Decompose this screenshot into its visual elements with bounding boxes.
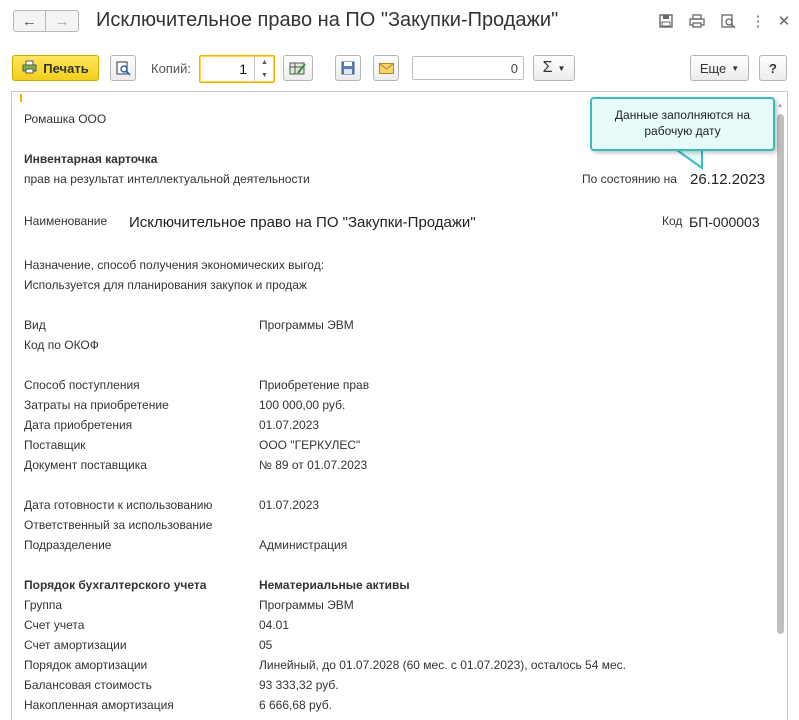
edit-document-button[interactable] [283, 55, 313, 81]
copies-label: Копий: [151, 61, 191, 76]
row-label: Способ поступления [24, 378, 140, 392]
scroll-thumb[interactable] [777, 114, 784, 634]
close-icon[interactable]: ✕ [775, 12, 793, 30]
chevron-down-icon: ▼ [731, 63, 740, 73]
sum-mode-button[interactable]: Σ ▼ [533, 55, 575, 81]
purpose-label: Назначение, способ получения экономическ… [24, 258, 325, 272]
more-button-label: Еще [699, 60, 727, 76]
vertical-scrollbar[interactable]: ▲ [776, 102, 784, 714]
row-label: Порядок бухгалтерского учета [24, 578, 207, 592]
back-button[interactable]: ← [13, 10, 46, 32]
preview-icon [115, 60, 131, 76]
row-label: Документ поставщика [24, 458, 147, 472]
spin-up-icon[interactable]: ▲ [255, 56, 274, 69]
hint-callout: Данные заполняются на рабочую дату [590, 97, 775, 151]
code-value: БП-000003 [689, 214, 760, 230]
row-label: Балансовая стоимость [24, 678, 152, 692]
callout-pointer [672, 148, 703, 170]
copies-input[interactable]: 1 ▲ ▼ [199, 55, 275, 83]
edit-table-icon [289, 62, 306, 74]
callout-line-1: Данные заполняются на [614, 108, 751, 122]
row-label: Счет амортизации [24, 638, 127, 652]
arrow-left-icon: ← [22, 12, 37, 30]
row-value: ООО "ГЕРКУЛЕС" [259, 438, 361, 452]
sigma-icon: Σ [542, 59, 553, 76]
row-value: 93 333,32 руб. [259, 678, 339, 692]
row-value: 04.01 [259, 618, 290, 632]
row-value: 01.07.2023 [259, 418, 320, 432]
row-value: Программы ЭВМ [259, 318, 354, 332]
row-label: Накопленная амортизация [24, 698, 174, 712]
chevron-down-icon: ▼ [557, 63, 566, 73]
title-bar: ← → Исключительное право на ПО "Закупки-… [0, 0, 799, 44]
row-value: 100 000,00 руб. [259, 398, 346, 412]
row-label: Счет учета [24, 618, 85, 632]
row-value: Линейный, до 01.07.2028 (60 мес. с 01.07… [259, 658, 626, 672]
print-button-label: Печать [43, 60, 89, 76]
save-icon [341, 61, 355, 75]
row-label: Дата готовности к использованию [24, 498, 213, 512]
forward-button[interactable]: → [46, 10, 79, 32]
preview-icon[interactable] [719, 12, 737, 30]
scroll-up-icon[interactable]: ▲ [776, 102, 784, 110]
toolbar: Печать Копий: 1 ▲ ▼ 0 Σ ▼ Еще ▼ ? [0, 52, 799, 86]
print-button[interactable]: Печать [12, 55, 99, 81]
cell-cursor [12, 92, 22, 102]
row-label: Группа [24, 598, 63, 612]
callout-line-2: рабочую дату [644, 124, 721, 138]
row-label: Порядок амортизации [24, 658, 148, 672]
sum-value: 0 [510, 61, 518, 76]
spin-down-icon[interactable]: ▼ [255, 69, 274, 82]
row-value: Приобретение прав [259, 378, 370, 392]
more-vertical-icon[interactable]: ⋮ [749, 12, 767, 30]
row-value: 6 666,68 руб. [259, 698, 332, 712]
name-value: Исключительное право на ПО "Закупки-Прод… [129, 214, 476, 231]
code-label: Код [662, 214, 683, 228]
row-label: Затраты на приобретение [24, 398, 169, 412]
as-of-date: 26.12.2023 [690, 171, 766, 188]
printer-icon[interactable] [688, 12, 706, 30]
row-value: 01.07.2023 [259, 498, 320, 512]
more-button[interactable]: Еще ▼ [690, 55, 749, 81]
copies-stepper[interactable]: ▲ ▼ [254, 56, 274, 82]
row-value: Программы ЭВМ [259, 598, 354, 612]
save-button[interactable] [335, 55, 361, 81]
organization-name: Ромашка ООО [24, 112, 107, 126]
row-label: Вид [24, 318, 46, 332]
name-label: Наименование [24, 214, 108, 228]
row-label: Подразделение [24, 538, 112, 552]
save-icon[interactable] [657, 12, 675, 30]
purpose-value: Используется для планирования закупок и … [24, 278, 307, 292]
print-icon [22, 60, 37, 77]
row-value: 05 [259, 638, 273, 652]
row-value: № 89 от 01.07.2023 [259, 458, 368, 472]
as-of-label: По состоянию на [582, 172, 677, 186]
spreadsheet-document[interactable]: Ромашка ООО Инвентарная карточка прав на… [11, 91, 788, 720]
arrow-right-icon: → [54, 12, 70, 30]
sum-field: 0 [412, 56, 524, 80]
row-label: Ответственный за использование [24, 518, 213, 532]
send-email-button[interactable] [373, 55, 399, 81]
row-label: Дата приобретения [24, 418, 133, 432]
row-label: Код по ОКОФ [24, 338, 99, 352]
row-value: Нематериальные активы [259, 578, 410, 592]
card-subtitle: прав на результат интеллектуальной деяте… [24, 172, 310, 186]
help-button[interactable]: ? [759, 55, 787, 81]
envelope-icon [378, 62, 394, 74]
help-button-label: ? [769, 60, 777, 76]
window-title: Исключительное право на ПО "Закупки-Прод… [96, 9, 559, 31]
copies-value: 1 [239, 61, 247, 77]
preview-button[interactable] [110, 55, 136, 81]
row-label: Поставщик [24, 438, 86, 452]
card-title: Инвентарная карточка [24, 152, 158, 166]
row-value: Администрация [259, 538, 348, 552]
